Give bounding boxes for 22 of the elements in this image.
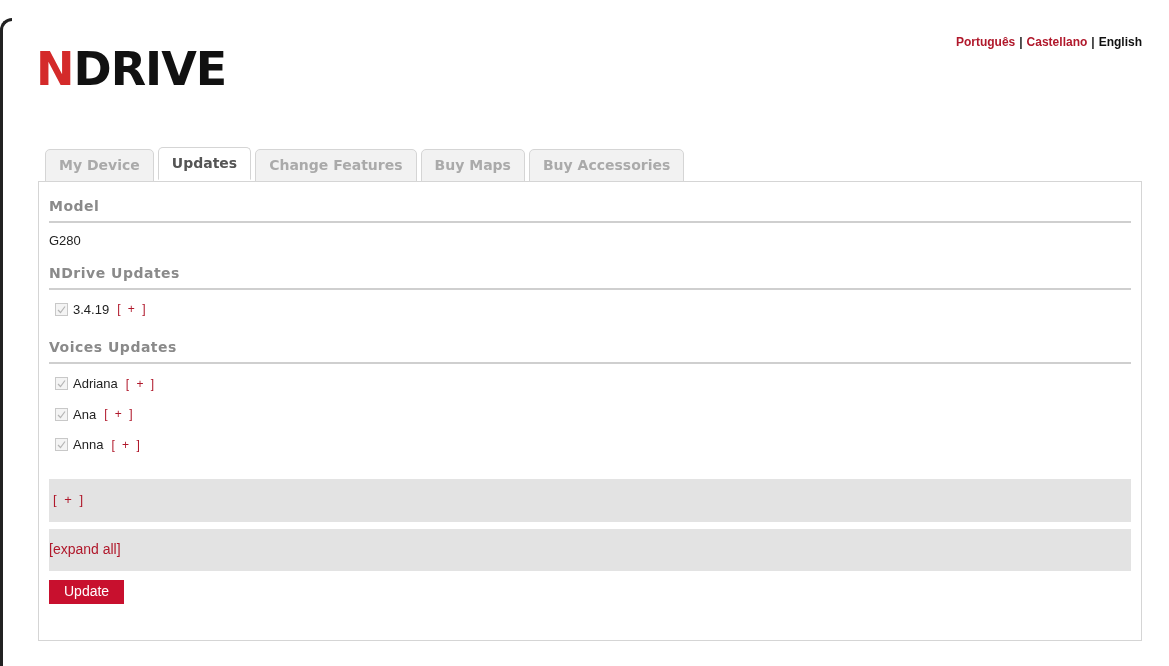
checkmark-icon — [57, 409, 66, 419]
language-link[interactable]: Castellano — [1026, 33, 1088, 51]
tab[interactable]: Updates — [157, 147, 252, 180]
checkmark-icon — [57, 440, 66, 450]
item-label: Anna — [73, 436, 104, 454]
separator: | — [1091, 34, 1095, 51]
checkmark-icon — [57, 304, 66, 314]
language-link[interactable]: English — [1098, 33, 1142, 51]
language-link[interactable]: Português — [955, 33, 1016, 51]
item-label: 3.4.19 — [73, 300, 110, 319]
item-label: Ana — [73, 405, 97, 424]
logo: NDRIVE — [36, 41, 227, 92]
section-heading: Model — [49, 198, 100, 214]
model-value: G280 — [49, 232, 82, 250]
separator: | — [1019, 34, 1023, 51]
update-button[interactable]: Update — [49, 579, 125, 604]
section-heading: NDrive Updates — [49, 264, 180, 281]
expand-link[interactable]: [ + ] — [53, 490, 86, 510]
checkmark-icon — [57, 379, 66, 389]
item-label: Adriana — [73, 375, 118, 393]
expand-all-link[interactable]: [expand all] — [49, 539, 121, 560]
section-heading: Voices Updates — [49, 339, 177, 355]
